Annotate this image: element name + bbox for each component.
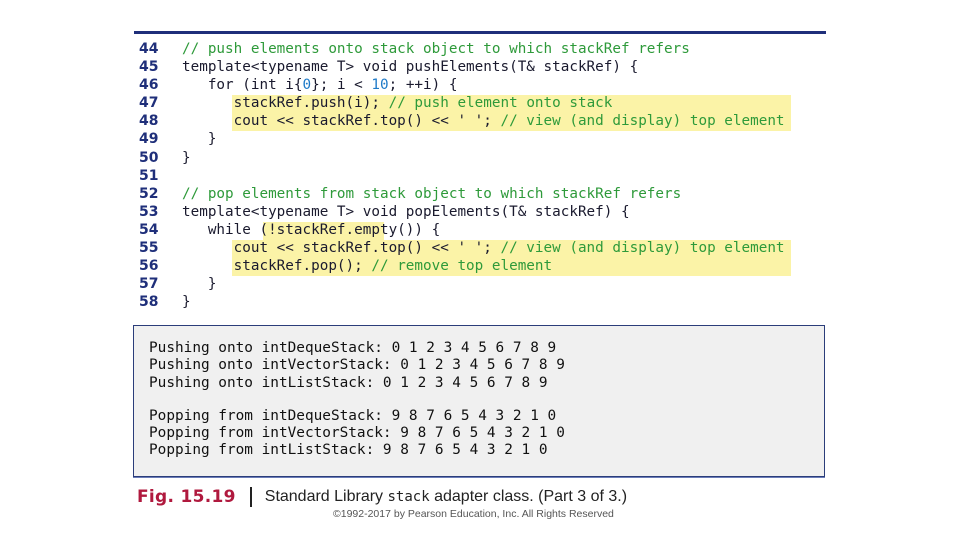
code-number-literal: 0: [302, 77, 312, 94]
line-number: 55: [139, 240, 159, 257]
code-line: 52 // pop elements from stack object to w…: [134, 185, 834, 203]
caption-code-word: stack: [387, 489, 430, 505]
code-line: 47 stackRef.push(i); // push element ont…: [134, 94, 834, 112]
line-number: 53: [139, 203, 159, 220]
code-line: 54 while (!stackRef.empty()) {: [134, 221, 834, 239]
line-number: 52: [139, 185, 159, 202]
code-listing: 44 // push elements onto stack object to …: [134, 40, 834, 311]
code-line: 57 }: [134, 275, 834, 293]
line-number: 50: [139, 149, 159, 166]
output-line-pop-list: Popping from intListStack: 9 8 7 6 5 4 3…: [149, 442, 548, 459]
line-number: 47: [139, 95, 159, 112]
copyright-notice: ©1992-2017 by Pearson Education, Inc. Al…: [333, 508, 614, 520]
code-text: for (int i{0}; i < 10; ++i) {: [182, 76, 458, 94]
caption-text: Standard Library stack adapter class. (P…: [265, 488, 627, 506]
line-number: 54: [139, 221, 159, 238]
code-comment: // push elements onto stack object to wh…: [182, 41, 690, 57]
line-number: 58: [139, 294, 159, 311]
output-line-push-vector: Pushing onto intVectorStack: 0 1 2 3 4 5…: [149, 357, 565, 374]
code-line: 55 cout << stackRef.top() << ' '; // vie…: [134, 239, 834, 257]
code-text: }: [182, 130, 217, 148]
code-comment: // view (and display) top element: [500, 113, 785, 130]
code-token: while (!stackRef.empty()) {: [182, 221, 441, 238]
code-text: // push elements onto stack object to wh…: [182, 40, 690, 58]
code-token: for (int i{: [182, 77, 303, 94]
code-line: 44 // push elements onto stack object to …: [134, 40, 834, 58]
caption-text-after: adapter class. (Part 3 of 3.): [429, 488, 628, 505]
code-number-literal: 10: [371, 77, 389, 94]
code-line: 48 cout << stackRef.top() << ' '; // vie…: [134, 112, 834, 130]
code-token: }: [182, 131, 217, 148]
line-number: 48: [139, 113, 159, 130]
code-text: template<typename T> void pushElements(T…: [182, 58, 638, 76]
code-comment: // remove top element: [371, 258, 553, 275]
code-text: cout << stackRef.top() << ' '; // view (…: [182, 239, 785, 257]
code-token: }: [182, 294, 191, 311]
code-line: 53 template<typename T> void popElements(…: [134, 203, 834, 221]
code-text: stackRef.push(i); // push element onto s…: [182, 94, 613, 112]
line-number: 57: [139, 276, 159, 293]
code-line: 45 template<typename T> void pushElements…: [134, 58, 834, 76]
code-text: stackRef.pop(); // remove top element: [182, 257, 553, 275]
code-text: }: [182, 293, 191, 311]
code-text: }: [182, 149, 191, 167]
top-rule: [134, 31, 826, 34]
code-token: }: [182, 149, 191, 166]
code-comment: // view (and display) top element: [500, 240, 785, 257]
code-token: ; ++i) {: [388, 77, 458, 94]
code-text: template<typename T> void popElements(T&…: [182, 203, 630, 221]
code-comment: // push element onto stack: [388, 95, 613, 112]
code-comment: // pop elements from stack object to whi…: [182, 185, 682, 202]
line-number: 45: [139, 59, 159, 76]
code-line: 58}: [134, 293, 834, 311]
line-number: 49: [139, 131, 159, 148]
code-line: 56 stackRef.pop(); // remove top element: [134, 257, 834, 275]
code-token: template<typename T> void pushElements(T…: [182, 59, 639, 76]
caption-divider: [249, 487, 252, 507]
output-line-pop-deque: Popping from intDequeStack: 9 8 7 6 5 4 …: [149, 407, 557, 424]
figure-label: Fig. 15.19: [137, 487, 236, 507]
line-number: 44: [139, 41, 159, 57]
code-token: cout << stackRef.top() << ' ';: [182, 240, 501, 257]
line-number: 46: [139, 77, 159, 94]
code-token: stackRef.push(i);: [182, 95, 389, 112]
code-token: stackRef.pop();: [182, 258, 372, 275]
code-line: 49 }: [134, 130, 834, 148]
code-line: 46 for (int i{0}; i < 10; ++i) {: [134, 76, 834, 94]
code-line: 50}: [134, 149, 834, 167]
program-output: Pushing onto intDequeStack: 0 1 2 3 4 5 …: [133, 325, 825, 477]
code-text: while (!stackRef.empty()) {: [182, 221, 440, 239]
code-token: cout << stackRef.top() << ' ';: [182, 113, 501, 130]
code-token: }: [182, 276, 217, 293]
caption-text-before: Standard Library: [264, 488, 388, 505]
code-token: }; i <: [311, 77, 372, 94]
figure-caption: Fig. 15.19 Standard Library stack adapte…: [137, 486, 627, 508]
output-line-pop-vector: Popping from intVectorStack: 9 8 7 6 5 4…: [149, 425, 565, 442]
code-text: // pop elements from stack object to whi…: [182, 185, 681, 203]
output-line-push-list: Pushing onto intListStack: 0 1 2 3 4 5 6…: [149, 374, 548, 391]
line-number: 56: [139, 258, 159, 275]
line-number: 51: [139, 167, 159, 184]
code-text: }: [182, 275, 217, 293]
output-line-push-deque: Pushing onto intDequeStack: 0 1 2 3 4 5 …: [149, 340, 557, 356]
code-text: cout << stackRef.top() << ' '; // view (…: [182, 112, 785, 130]
code-token: template<typename T> void popElements(T&…: [182, 203, 630, 220]
code-line: 51: [134, 167, 834, 185]
